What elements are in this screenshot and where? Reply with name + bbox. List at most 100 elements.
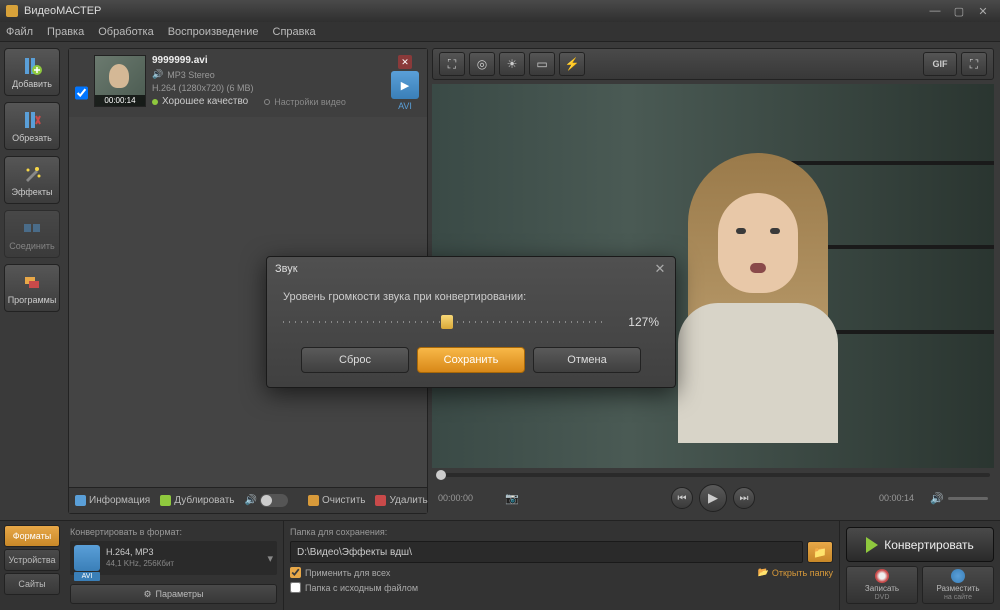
settings-dot-icon — [264, 99, 270, 105]
clear-button[interactable]: Очистить — [308, 495, 366, 506]
volume-control[interactable]: 🔊 — [930, 492, 988, 505]
app-title: ВидеоМАСТЕР — [24, 5, 922, 17]
file-remove-button[interactable]: ✕ — [398, 55, 412, 69]
volume-slider[interactable] — [948, 497, 988, 500]
speaker-icon: 🔊 — [152, 69, 163, 80]
gif-button[interactable]: GIF — [923, 52, 957, 76]
add-button[interactable]: Добавить — [4, 48, 60, 96]
menu-playback[interactable]: Воспроизведение — [168, 26, 259, 38]
prev-button[interactable]: ⏮ — [671, 487, 693, 509]
parameters-button[interactable]: ⚙Параметры — [70, 584, 277, 604]
sidebar: Добавить Обрезать Эффекты Соединить Прог… — [0, 42, 64, 520]
format-panel-title: Конвертировать в формат: — [70, 527, 277, 537]
next-button[interactable]: ⏭ — [733, 487, 755, 509]
seek-thumb[interactable] — [436, 470, 446, 480]
save-button[interactable]: Сохранить — [417, 347, 525, 373]
tab-sites[interactable]: Сайты — [4, 573, 60, 595]
preview-toolbar: ⛶ ◎ ☀ ▭ ⚡ GIF ⛶ — [432, 48, 994, 80]
volume-value: 127% — [615, 315, 659, 329]
menu-help[interactable]: Справка — [273, 26, 316, 38]
camera-button[interactable]: 📷 — [502, 488, 522, 508]
convert-button[interactable]: Конвертировать — [846, 527, 994, 562]
format-tabs: Форматы Устройства Сайты — [0, 521, 64, 610]
programs-label: Программы — [8, 295, 57, 305]
toggle-switch[interactable] — [260, 494, 288, 507]
effects-label: Эффекты — [12, 187, 53, 197]
file-thumbnail[interactable]: 00:00:14 — [94, 55, 146, 107]
app-logo-icon — [6, 5, 18, 17]
format-selector[interactable]: H.264, MP3 44,1 KHz, 256Кбит ▾ — [70, 541, 277, 575]
volume-icon: 🔊 — [930, 492, 944, 505]
seek-bar[interactable] — [432, 468, 994, 482]
tab-formats[interactable]: Форматы — [4, 525, 60, 547]
minimize-button[interactable]: — — [924, 3, 946, 19]
same-folder-checkbox[interactable] — [290, 582, 301, 593]
cancel-button[interactable]: Отмена — [533, 347, 641, 373]
reset-button[interactable]: Сброс — [301, 347, 409, 373]
dialog-label: Уровень громкости звука при конвертирова… — [283, 291, 659, 303]
file-codec: H.264 (1280x720) (6 MB) — [152, 83, 383, 93]
add-icon — [21, 55, 43, 77]
format-icon: ▶ — [391, 71, 419, 99]
file-format: ✕ ▶ AVI — [389, 55, 421, 111]
dialog-close-button[interactable]: ✕ — [653, 262, 667, 276]
subtitle-tool-button[interactable]: ▭ — [529, 52, 555, 76]
cut-button[interactable]: Обрезать — [4, 102, 60, 150]
clear-icon — [308, 495, 319, 506]
titlebar: ВидеоМАСТЕР — ▢ ✕ — [0, 0, 1000, 22]
play-arrow-icon — [866, 537, 878, 553]
slider-thumb[interactable] — [441, 315, 453, 329]
fullscreen-button[interactable]: ⛶ — [961, 52, 987, 76]
duplicate-button[interactable]: Дублировать — [160, 495, 234, 506]
brightness-tool-button[interactable]: ☀ — [499, 52, 525, 76]
maximize-button[interactable]: ▢ — [948, 3, 970, 19]
programs-icon — [21, 271, 43, 293]
programs-button[interactable]: Программы — [4, 264, 60, 312]
menubar: Файл Правка Обработка Воспроизведение Сп… — [0, 22, 1000, 42]
menu-edit[interactable]: Правка — [47, 26, 84, 38]
info-button[interactable]: Информация — [75, 495, 150, 506]
play-button[interactable]: ▶ — [699, 484, 727, 512]
volume-level-slider[interactable] — [283, 315, 605, 329]
effects-button[interactable]: Эффекты — [4, 156, 60, 204]
effects-icon — [21, 163, 43, 185]
cut-label: Обрезать — [12, 133, 52, 143]
add-label: Добавить — [12, 79, 52, 89]
dvd-icon — [875, 569, 889, 583]
burn-dvd-button[interactable]: Записать DVD — [846, 566, 918, 604]
join-icon — [21, 217, 43, 239]
delete-icon — [375, 495, 386, 506]
gear-icon: ⚙ — [143, 589, 151, 600]
open-folder-link[interactable]: 📂Открыть папку — [758, 567, 833, 578]
menu-file[interactable]: Файл — [6, 26, 33, 38]
tab-devices[interactable]: Устройства — [4, 549, 60, 571]
speed-tool-button[interactable]: ⚡ — [559, 52, 585, 76]
format-panel: Конвертировать в формат: H.264, MP3 44,1… — [64, 521, 284, 610]
close-button[interactable]: ✕ — [972, 3, 994, 19]
quality-dot-icon — [152, 99, 158, 105]
file-item[interactable]: 00:00:14 9999999.avi 🔊MP3 Stereo H.264 (… — [69, 49, 427, 117]
volume-icon: 🔊 — [245, 495, 257, 506]
bottom-panel: Форматы Устройства Сайты Конвертировать … — [0, 520, 1000, 610]
cut-icon — [21, 109, 43, 131]
delete-button[interactable]: Удалить — [375, 495, 427, 506]
join-button[interactable]: Соединить — [4, 210, 60, 258]
save-panel-title: Папка для сохранения: — [290, 527, 833, 537]
file-settings-link[interactable]: Настройки видео — [264, 96, 346, 107]
browse-button[interactable]: 📁 — [807, 541, 833, 563]
crop-tool-button[interactable]: ⛶ — [439, 52, 465, 76]
apply-all-checkbox[interactable] — [290, 567, 301, 578]
sound-dialog: Звук ✕ Уровень громкости звука при конве… — [266, 256, 676, 388]
time-start: 00:00:00 — [438, 493, 473, 503]
folder-open-icon: 📂 — [758, 567, 769, 578]
dialog-titlebar: Звук ✕ — [267, 257, 675, 281]
file-duration: 00:00:14 — [95, 95, 145, 106]
snapshot-tool-button[interactable]: ◎ — [469, 52, 495, 76]
file-checkbox[interactable] — [75, 75, 88, 111]
duplicate-icon — [160, 495, 171, 506]
file-name: 9999999.avi — [152, 55, 383, 66]
menu-process[interactable]: Обработка — [98, 26, 153, 38]
save-path-input[interactable] — [290, 541, 803, 563]
publish-button[interactable]: Разместить на сайте — [922, 566, 994, 604]
volume-toggle[interactable]: 🔊 — [245, 494, 288, 507]
